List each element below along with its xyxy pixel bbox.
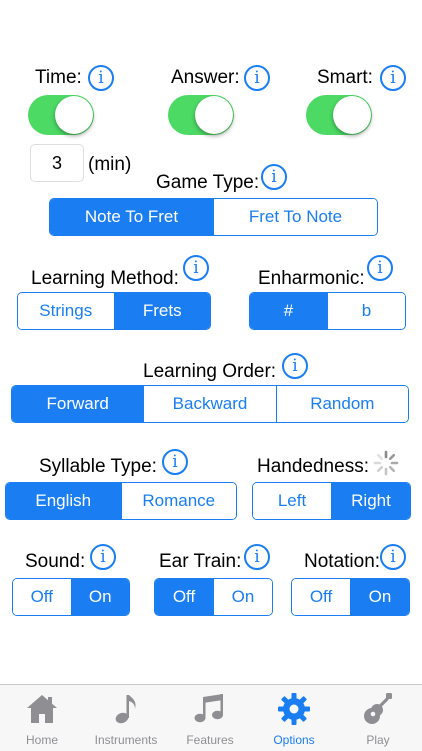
handedness-left[interactable]: Left [253, 483, 331, 519]
answer-toggle[interactable] [168, 95, 234, 135]
notation-segmented-control: Off On [291, 578, 410, 616]
learning-method-strings[interactable]: Strings [18, 293, 114, 329]
time-limit-input[interactable]: 3 [30, 144, 84, 182]
guitar-icon [364, 693, 392, 724]
sound-label: Sound: [25, 551, 86, 572]
tab-label: Play [366, 733, 390, 747]
notation-on[interactable]: On [350, 579, 409, 615]
ear-train-segmented-control: Off On [154, 578, 273, 616]
learning-method-label: Learning Method: [31, 268, 179, 289]
handedness-label: Handedness: [257, 456, 369, 477]
tab-play[interactable]: Play [336, 685, 420, 751]
tab-label: Home [25, 733, 58, 747]
music-note-icon [115, 695, 136, 724]
game-type-segmented-control: Note To Fret Fret To Note [49, 198, 378, 236]
tab-options[interactable]: Options [252, 685, 336, 751]
sound-off[interactable]: Off [13, 579, 71, 615]
learning-method-info-icon[interactable]: i [183, 255, 209, 281]
syllable-type-romance[interactable]: Romance [120, 483, 236, 519]
smart-toggle[interactable] [306, 95, 372, 135]
tab-bar: Home Instruments Features Options Play [0, 684, 422, 751]
learning-method-frets[interactable]: Frets [113, 293, 210, 329]
enharmonic-info-icon[interactable]: i [367, 255, 393, 281]
toggle-knob [195, 96, 233, 134]
enharmonic-flat[interactable]: b [327, 293, 405, 329]
learning-order-info-icon[interactable]: i [282, 353, 308, 379]
enharmonic-label: Enharmonic: [258, 268, 365, 289]
time-info-icon[interactable]: i [88, 65, 114, 91]
smart-label: Smart: [317, 67, 373, 88]
syllable-type-info-icon[interactable]: i [162, 449, 188, 475]
tab-label: Options [273, 733, 315, 747]
notation-label: Notation: [304, 551, 381, 572]
tab-label: Features [186, 733, 234, 747]
ear-train-on[interactable]: On [213, 579, 272, 615]
learning-order-label: Learning Order: [143, 361, 277, 382]
ear-train-off[interactable]: Off [155, 579, 213, 615]
tab-instruments[interactable]: Instruments [84, 685, 168, 751]
syllable-type-english[interactable]: English [6, 483, 121, 519]
handedness-right[interactable]: Right [331, 483, 410, 519]
sound-info-icon[interactable]: i [90, 544, 116, 570]
syllable-type-label: Syllable Type: [39, 456, 157, 477]
tab-home[interactable]: Home [0, 685, 84, 751]
loading-spinner-icon [373, 450, 399, 476]
tab-features[interactable]: Features [168, 685, 252, 751]
time-label: Time: [35, 67, 82, 88]
game-type-fret-to-note[interactable]: Fret To Note [213, 199, 377, 235]
gear-icon [278, 693, 310, 725]
time-toggle[interactable] [28, 95, 94, 135]
time-unit-label: (min) [88, 154, 132, 175]
handedness-segmented-control: Left Right [252, 482, 411, 520]
enharmonic-sharp[interactable]: # [250, 293, 327, 329]
double-note-icon [194, 694, 223, 723]
smart-info-icon[interactable]: i [380, 65, 406, 91]
game-type-note-to-fret[interactable]: Note To Fret [50, 199, 213, 235]
notation-off[interactable]: Off [292, 579, 350, 615]
syllable-type-segmented-control: English Romance [5, 482, 237, 520]
ear-train-info-icon[interactable]: i [244, 544, 270, 570]
learning-order-forward[interactable]: Forward [12, 386, 144, 422]
game-type-info-icon[interactable]: i [261, 164, 287, 190]
learning-method-segmented-control: Strings Frets [17, 292, 211, 330]
toggle-knob [55, 96, 93, 134]
enharmonic-segmented-control: # b [249, 292, 406, 330]
learning-order-backward[interactable]: Backward [143, 386, 276, 422]
learning-order-random[interactable]: Random [275, 386, 408, 422]
answer-info-icon[interactable]: i [244, 65, 270, 91]
notation-info-icon[interactable]: i [380, 544, 406, 570]
game-type-label: Game Type: [156, 172, 260, 193]
toggle-knob [333, 96, 371, 134]
sound-on[interactable]: On [70, 579, 129, 615]
tab-label: Instruments [94, 733, 158, 747]
answer-label: Answer: [171, 67, 240, 88]
ear-train-label: Ear Train: [159, 551, 242, 572]
learning-order-segmented-control: Forward Backward Random [11, 385, 409, 423]
house-icon [27, 695, 57, 723]
sound-segmented-control: Off On [12, 578, 130, 616]
